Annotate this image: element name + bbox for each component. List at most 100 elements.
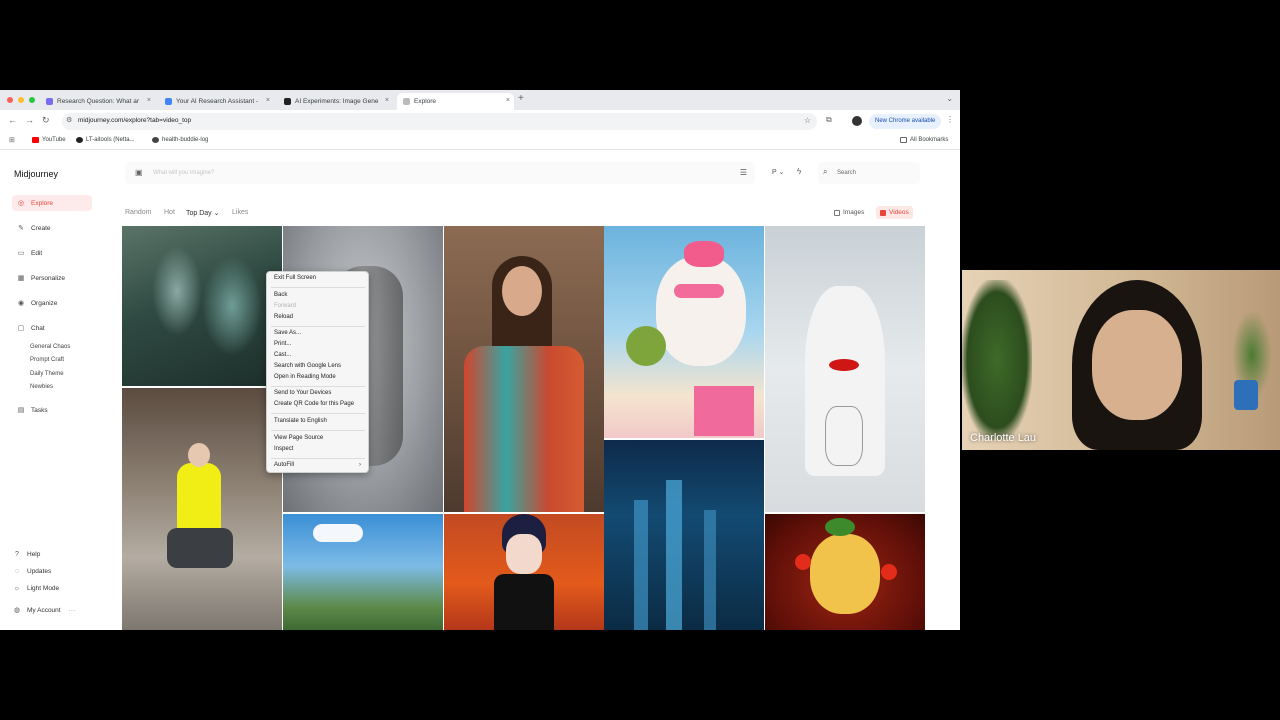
video-thumbnail[interactable]	[765, 226, 925, 512]
tab-title: Research Question: What ar	[57, 98, 140, 105]
light-mode-button[interactable]: ☼ Light Mode	[12, 581, 59, 595]
sidebar-item-label: Create	[31, 224, 51, 232]
bookmark-star-icon[interactable]: ☆	[804, 116, 811, 125]
close-tab-icon[interactable]: ×	[147, 97, 151, 104]
sidebar-item-personalize[interactable]: ▦ Personalize	[12, 270, 92, 286]
chat-channel-general-chaos[interactable]: General Chaos	[30, 344, 70, 350]
menu-divider	[271, 287, 365, 288]
address-bar[interactable]: ⚙ midjourney.com/explore?tab=video_top ☆	[62, 113, 817, 130]
settings-sliders-icon[interactable]: ☰	[740, 168, 747, 177]
menu-item-reload[interactable]: Reload	[274, 314, 293, 320]
close-tab-icon[interactable]: ×	[385, 97, 389, 104]
tab-ai-experiments[interactable]: AI Experiments: Image Gene ×	[278, 93, 393, 110]
forward-arrow-icon[interactable]: →	[25, 115, 34, 125]
menu-item-forward[interactable]: Forward	[274, 303, 296, 309]
menu-item-create-qr-code[interactable]: Create QR Code for this Page	[274, 401, 354, 407]
reload-icon[interactable]: ↻	[42, 115, 50, 126]
chat-channel-newbies[interactable]: Newbies	[30, 384, 53, 390]
menu-item-search-google-lens[interactable]: Search with Google Lens	[274, 363, 341, 369]
menu-item-exit-full-screen[interactable]: Exit Full Screen	[274, 275, 316, 281]
sidebar-item-chat[interactable]: ▢ Chat	[12, 320, 92, 336]
sidebar-item-organize[interactable]: ◉ Organize	[12, 295, 92, 311]
video-thumbnail[interactable]	[122, 226, 282, 386]
pasta-shape	[810, 534, 880, 614]
menu-item-autofill[interactable]: AutoFill	[274, 462, 294, 468]
help-button[interactable]: ? Help	[12, 547, 40, 561]
search-input[interactable]: ⌕ Search	[818, 162, 920, 184]
close-tab-icon[interactable]: ×	[506, 97, 510, 104]
filter-top-day[interactable]: Top Day ⌄	[186, 209, 220, 217]
speed-bolt-icon[interactable]: ϟ	[797, 167, 801, 176]
menu-item-back[interactable]: Back	[274, 292, 287, 298]
folder-icon	[900, 137, 907, 143]
video-thumbnail[interactable]	[765, 514, 925, 630]
video-thumbnail[interactable]	[122, 388, 282, 630]
maximize-window-icon[interactable]	[29, 97, 35, 103]
tab-explore[interactable]: Explore ×	[397, 93, 514, 110]
new-chrome-available-button[interactable]: New Chrome available	[869, 114, 942, 129]
sidebar-item-edit[interactable]: ▭ Edit	[12, 245, 92, 261]
close-window-icon[interactable]	[7, 97, 13, 103]
compass-icon: ◎	[17, 200, 25, 207]
chevron-down-icon: ⌄	[213, 210, 220, 217]
personalization-toggle[interactable]: P ⌄	[772, 168, 784, 176]
menu-item-cast[interactable]: Cast...	[274, 352, 291, 358]
bottom-nav-label: Help	[27, 550, 41, 558]
menu-divider	[271, 413, 365, 414]
menu-item-save-as[interactable]: Save As...	[274, 330, 301, 336]
apps-grid-icon[interactable]: ⊞	[9, 136, 15, 144]
back-arrow-icon[interactable]: ←	[8, 115, 17, 125]
image-upload-icon[interactable]: ▣	[135, 168, 143, 177]
site-info-icon[interactable]: ⚙	[66, 116, 72, 124]
imagine-placeholder: What will you imagine?	[153, 170, 215, 176]
tab-ai-research-assistant[interactable]: Your AI Research Assistant - ×	[159, 93, 274, 110]
bookmark-lt-aitools[interactable]: LT-aitools (Netta...	[76, 137, 135, 143]
chat-channel-daily-theme[interactable]: Daily Theme	[30, 371, 64, 377]
new-tab-icon[interactable]: +	[518, 93, 524, 104]
globe-icon	[152, 137, 159, 143]
menu-item-inspect[interactable]: Inspect	[274, 446, 293, 452]
my-account-button[interactable]: ◍ My Account ···	[12, 603, 75, 617]
filter-random[interactable]: Random	[125, 209, 151, 216]
personalize-icon: ▦	[17, 275, 25, 282]
figure-blur	[202, 256, 262, 356]
bookmark-youtube[interactable]: YouTube	[32, 137, 66, 143]
menu-item-print[interactable]: Print...	[274, 341, 291, 347]
menu-item-view-source[interactable]: View Page Source	[274, 435, 323, 441]
red-lips-shape	[829, 359, 859, 371]
bookmark-health-buddie[interactable]: health-buddie-log	[152, 137, 208, 143]
bottom-nav-label: Light Mode	[27, 584, 60, 592]
more-options-icon[interactable]: ···	[69, 607, 76, 614]
all-bookmarks-button[interactable]: All Bookmarks	[900, 137, 948, 143]
tab-search-chevron-icon[interactable]: ⌄	[946, 94, 953, 103]
tab-label: Videos	[889, 209, 909, 216]
tomato-shape	[795, 554, 811, 570]
sidebar-item-create[interactable]: ✎ Create	[12, 220, 92, 236]
tab-images[interactable]: Images	[830, 206, 868, 219]
sidebar-item-tasks[interactable]: ▤ Tasks	[12, 402, 92, 418]
tab-research-question[interactable]: Research Question: What ar ×	[40, 93, 155, 110]
close-tab-icon[interactable]: ×	[266, 97, 270, 104]
chat-channel-prompt-craft[interactable]: Prompt Craft	[30, 357, 64, 363]
video-thumbnail[interactable]	[604, 226, 764, 438]
imagine-input[interactable]: ▣ What will you imagine? ☰	[125, 162, 755, 184]
video-thumbnail[interactable]	[283, 514, 443, 630]
updates-button[interactable]: ◌ Updates	[12, 564, 51, 578]
kebab-menu-icon[interactable]: ⋮	[946, 115, 954, 124]
video-thumbnail[interactable]	[444, 514, 604, 630]
extensions-icon[interactable]: ⧉	[826, 115, 832, 125]
video-thumbnail[interactable]	[444, 226, 604, 512]
tab-videos[interactable]: Videos	[876, 206, 913, 219]
minimize-window-icon[interactable]	[18, 97, 24, 103]
profile-avatar-icon[interactable]	[852, 116, 862, 126]
menu-item-translate[interactable]: Translate to English	[274, 418, 327, 424]
basil-shape	[825, 518, 855, 536]
app-logo[interactable]: Midjourney	[14, 169, 58, 179]
menu-item-send-to-devices[interactable]: Send to Your Devices	[274, 390, 331, 396]
menu-item-reading-mode[interactable]: Open in Reading Mode	[274, 374, 336, 380]
filter-hot[interactable]: Hot	[164, 209, 175, 216]
filter-likes[interactable]: Likes	[232, 209, 248, 216]
sidebar-item-label: Explore	[31, 199, 54, 207]
video-thumbnail[interactable]	[604, 440, 764, 630]
sidebar-item-explore[interactable]: ◎ Explore	[12, 195, 92, 211]
